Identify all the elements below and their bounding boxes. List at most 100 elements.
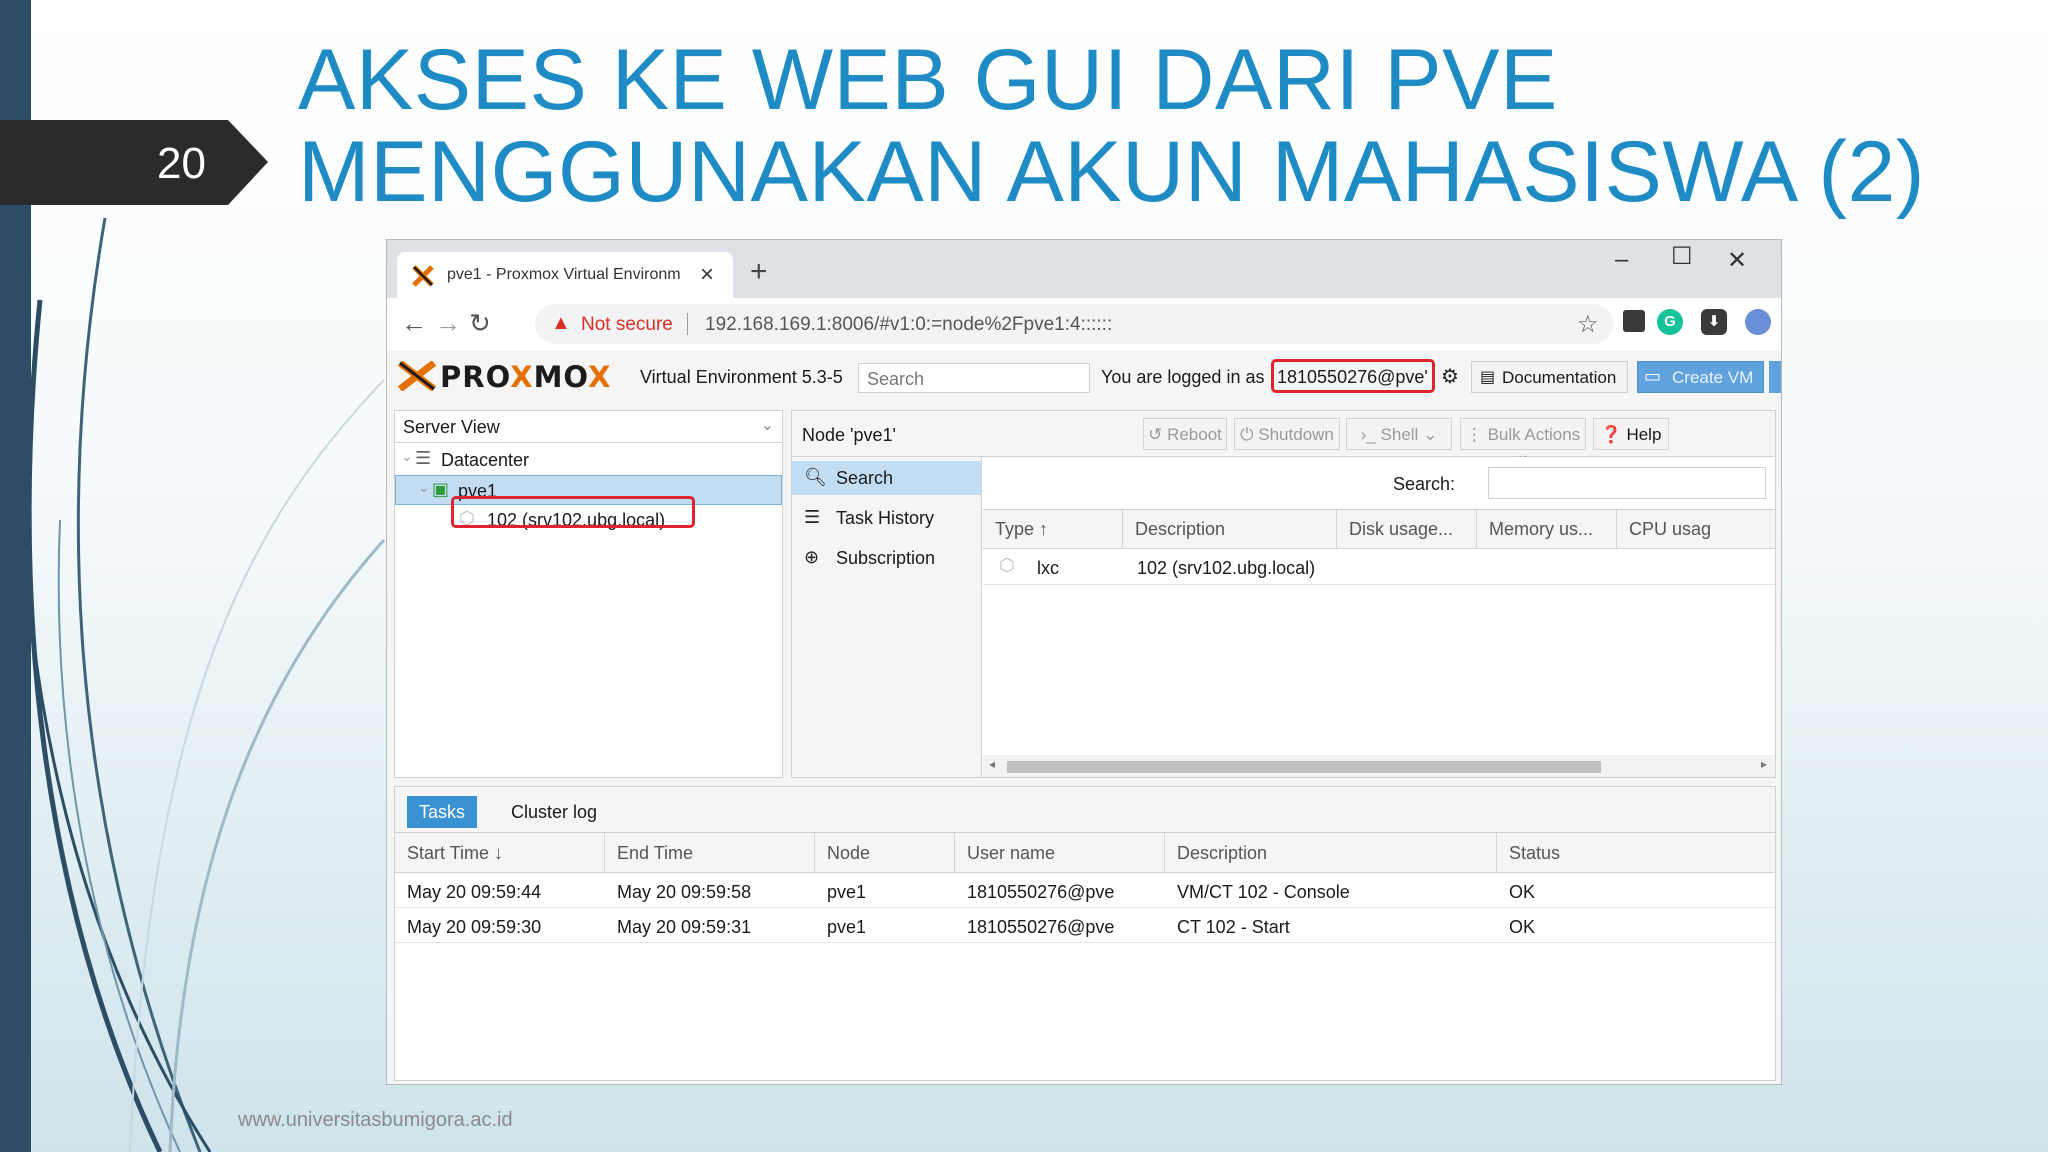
scroll-left-icon[interactable]: ◂ [989, 757, 995, 771]
not-secure-label[interactable]: Not secure [581, 314, 673, 336]
documentation-button[interactable]: ▤ Documentation [1471, 361, 1628, 393]
warning-icon: ▲ [551, 312, 571, 334]
browser-tab-strip: pve1 - Proxmox Virtual Environm × + – ☐ … [387, 240, 1781, 350]
address-separator [687, 313, 688, 335]
slide-number: 20 [157, 139, 206, 188]
search-input[interactable] [1488, 467, 1766, 499]
row-type: lxc [1037, 558, 1059, 578]
column-header-user[interactable]: User name [955, 833, 1165, 872]
collapse-icon[interactable]: ⌄ [418, 479, 430, 496]
cell-end: May 20 09:59:58 [617, 882, 752, 902]
collapse-icon[interactable]: ⌄ [401, 448, 413, 465]
extension-grammarly-icon[interactable]: G [1657, 309, 1683, 335]
tab-tasks[interactable]: Tasks [407, 796, 478, 828]
shutdown-label: Shutdown [1258, 425, 1334, 444]
column-header-memory[interactable]: Memory us... [1477, 510, 1617, 548]
cell-start: May 20 09:59:30 [407, 917, 542, 937]
monitor-icon: ▭ [1644, 366, 1662, 386]
maximize-icon[interactable]: ☐ [1671, 242, 1693, 271]
column-header-start-time[interactable]: Start Time ↓ [395, 833, 605, 872]
extension-cube-icon[interactable] [1623, 310, 1645, 332]
cell-user: 1810550276@pve [967, 917, 1115, 937]
shell-button[interactable]: ›_ Shell ⌄ [1346, 418, 1452, 450]
browser-toolbar: ← → ↻ ▲ Not secure 192.168.169.1:8006/#v… [387, 298, 1781, 350]
extension-globe-icon[interactable] [1745, 309, 1771, 335]
bulk-actions-label: Bulk Actions [1487, 425, 1581, 444]
column-header-disk[interactable]: Disk usage... [1337, 510, 1477, 548]
container-highlight [451, 496, 695, 528]
help-button[interactable]: ❓ Help [1593, 418, 1669, 450]
list-icon: ☰ [804, 507, 821, 527]
row-description: 102 (srv102.ubg.local) [1137, 558, 1316, 578]
address-bar[interactable]: ▲ Not secure 192.168.169.1:8006/#v1:0:=n… [535, 304, 1613, 344]
nav-item-task-history[interactable]: ☰ Task History [792, 501, 982, 535]
nav-item-label: Task History [836, 508, 935, 528]
close-tab-icon[interactable]: × [700, 261, 714, 289]
logo-part: X [510, 360, 534, 394]
forward-arrow-icon[interactable]: → [435, 308, 461, 339]
nav-item-subscription[interactable]: ⊕ Subscription [792, 541, 982, 575]
column-label: Type [995, 519, 1035, 539]
table-row[interactable]: ⬡ lxc 102 (srv102.ubg.local) [983, 549, 1775, 585]
global-search-input[interactable]: Search [858, 363, 1090, 393]
nav-item-label: Subscription [836, 548, 936, 568]
resource-grid-header: Type ↑ Description Disk usage... Memory … [983, 509, 1775, 549]
node-sub-navigation: 🔍︎ Search ☰ Task History ⊕ Subscription [792, 457, 982, 777]
table-row[interactable]: May 20 09:59:30 May 20 09:59:31 pve1 181… [395, 908, 1775, 943]
column-header-type[interactable]: Type ↑ [983, 510, 1123, 548]
nav-item-search[interactable]: 🔍︎ Search [792, 461, 982, 495]
nav-item-label: Search [836, 468, 894, 488]
reboot-label: Reboot [1167, 425, 1222, 444]
column-header-node[interactable]: Node [815, 833, 955, 872]
shutdown-button[interactable]: ⏻ Shutdown [1234, 418, 1340, 450]
gear-icon[interactable]: ⚙ [1441, 364, 1459, 389]
create-ct-button[interactable] [1769, 361, 1781, 393]
slide-title: AKSES KE WEB GUI DARI PVE MENGGUNAKAN AK… [298, 32, 1925, 220]
column-header-end-time[interactable]: End Time [605, 833, 815, 872]
tasks-tab-bar: Tasks Cluster log [395, 787, 1775, 833]
create-vm-button[interactable]: ▭ Create VM [1637, 361, 1764, 393]
column-header-description[interactable]: Description [1165, 833, 1497, 872]
table-row[interactable]: May 20 09:59:44 May 20 09:59:58 pve1 181… [395, 873, 1775, 908]
cell-end: May 20 09:59:31 [617, 917, 752, 937]
datacenter-icon: ☰ [415, 448, 432, 468]
tasks-table-header: Start Time ↓ End Time Node User name Des… [395, 833, 1775, 873]
node-online-icon: ▣ [432, 479, 450, 499]
cell-description: CT 102 - Start [1177, 917, 1290, 937]
search-field-label: Search: [1393, 474, 1456, 494]
column-header-status[interactable]: Status [1497, 833, 1775, 872]
container-icon: ⬡ [999, 555, 1015, 575]
view-selector[interactable]: Server View ⌄ [395, 411, 782, 443]
minimize-icon[interactable]: – [1615, 246, 1628, 274]
column-header-cpu[interactable]: CPU usag [1617, 510, 1775, 548]
help-label: Help [1626, 425, 1662, 444]
horizontal-scrollbar[interactable]: ◂ ▸ [983, 755, 1775, 777]
new-tab-button[interactable]: + [750, 255, 768, 289]
proxmox-favicon-icon [412, 265, 434, 287]
cell-description: VM/CT 102 - Console [1177, 882, 1350, 902]
node-toolbar: Node 'pve1' ↺ Reboot ⏻ Shutdown ›_ Shell… [792, 411, 1775, 464]
back-arrow-icon[interactable]: ← [401, 308, 427, 339]
cell-user: 1810550276@pve [967, 882, 1115, 902]
tree-item-datacenter[interactable]: ⌄ ☰ Datacenter [395, 445, 782, 475]
resource-tree-panel: Server View ⌄ ⌄ ☰ Datacenter ⌄ ▣ pve1 ⬡ … [394, 410, 783, 778]
bulk-actions-button[interactable]: ⋮ Bulk Actions ⌄ [1460, 418, 1586, 464]
cell-status: OK [1509, 882, 1536, 902]
extension-download-icon[interactable]: ⬇ [1701, 309, 1727, 335]
bookmark-star-icon[interactable]: ☆ [1577, 310, 1599, 339]
column-header-description[interactable]: Description [1123, 510, 1337, 548]
scrollbar-thumb[interactable] [1007, 761, 1601, 773]
username-highlight [1271, 359, 1435, 393]
book-icon: ▤ [1480, 369, 1496, 386]
url-text[interactable]: 192.168.169.1:8006/#v1:0:=node%2Fpve1:4:… [705, 314, 1112, 336]
cell-node: pve1 [827, 882, 867, 902]
browser-tab[interactable]: pve1 - Proxmox Virtual Environm × [397, 252, 733, 298]
logo-part: X [588, 360, 612, 394]
tab-cluster-log[interactable]: Cluster log [499, 796, 609, 828]
create-vm-label: Create VM [1672, 368, 1754, 387]
view-selector-value: Server View [403, 417, 500, 437]
scroll-right-icon[interactable]: ▸ [1761, 757, 1767, 771]
reload-icon[interactable]: ↻ [469, 308, 491, 339]
close-window-icon[interactable]: ✕ [1727, 246, 1747, 275]
reboot-button[interactable]: ↺ Reboot [1143, 418, 1227, 450]
